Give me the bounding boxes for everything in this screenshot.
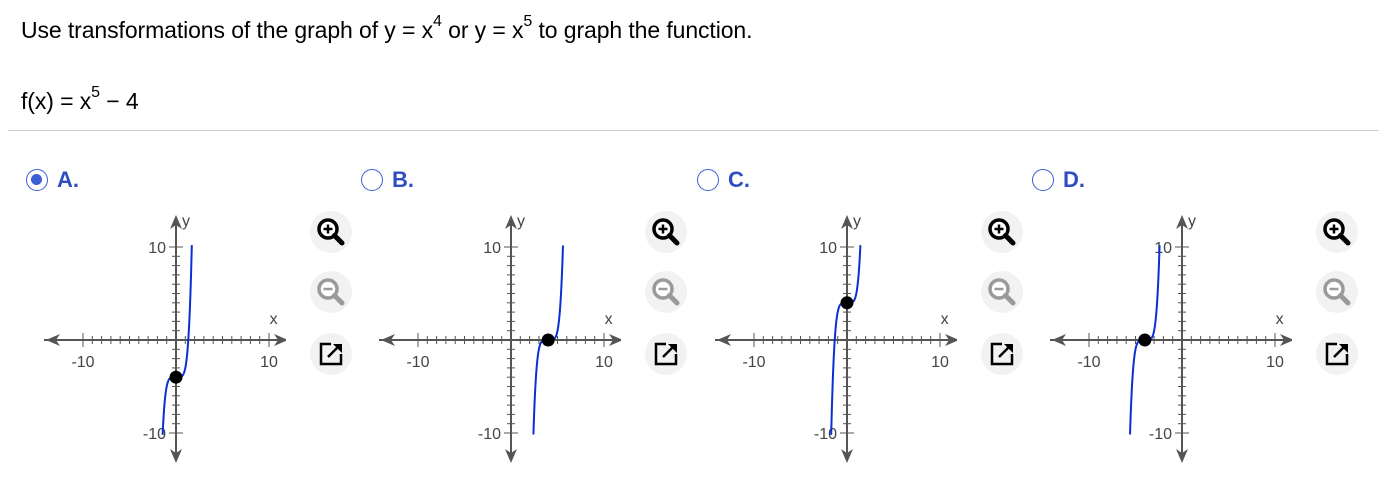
choice-letter: C. — [728, 167, 750, 192]
choice-letter: D. — [1063, 167, 1085, 192]
graph[interactable]: -10 10 10 -10 x y — [361, 205, 621, 465]
x-axis-label: x — [1276, 311, 1284, 328]
function-text-2: − 4 — [99, 88, 139, 114]
function-text-1: f(x) = x — [21, 88, 92, 114]
x-axis-label: x — [941, 311, 949, 328]
radio-button[interactable] — [697, 169, 719, 191]
choice-d: D. -10 10 10 -10 x y — [1032, 160, 1372, 490]
zoom-out-button[interactable] — [309, 270, 353, 314]
y-tick-label-pos10: 10 — [483, 240, 501, 257]
x-tick-label-neg10: -10 — [1077, 354, 1100, 371]
x-axis-label: x — [605, 311, 613, 328]
radio-button[interactable] — [1032, 169, 1054, 191]
graph[interactable]: -10 10 10 -10 x y — [1032, 205, 1292, 465]
key-point — [1138, 333, 1152, 347]
popout-button[interactable] — [980, 332, 1024, 376]
zoom-in-button[interactable] — [1315, 210, 1359, 254]
choice-b: B. -10 10 10 -10 x y — [361, 160, 701, 490]
prompt-exponent-2: 5 — [523, 13, 533, 31]
choice-a: A. -10 10 10 -10 x y — [26, 160, 366, 490]
x-tick-label-pos10: 10 — [595, 354, 613, 371]
radio-button[interactable] — [26, 169, 48, 191]
function-exponent: 5 — [91, 84, 100, 102]
x-tick-label-pos10: 10 — [260, 354, 278, 371]
x-tick-label-pos10: 10 — [931, 354, 949, 371]
zoom-in-button[interactable] — [980, 210, 1024, 254]
choice-option[interactable]: D. — [1032, 160, 1085, 200]
choice-letter: A. — [57, 167, 79, 192]
zoom-out-button[interactable] — [644, 270, 688, 314]
choice-c: C. -10 10 10 -10 x y — [697, 160, 1037, 490]
x-tick-label-pos10: 10 — [1266, 354, 1284, 371]
choice-letter: B. — [392, 167, 414, 192]
zoom-out-button[interactable] — [980, 270, 1024, 314]
radio-button[interactable] — [361, 169, 383, 191]
y-axis-label: y — [853, 213, 861, 230]
graph[interactable]: -10 1010-10xy — [26, 205, 286, 465]
x-tick-label-neg10: -10 — [742, 354, 765, 371]
prompt-text-3: to graph the function. — [532, 17, 753, 43]
prompt-exponent-1: 4 — [433, 13, 442, 31]
choice-option[interactable]: A. — [26, 160, 79, 200]
popout-button[interactable] — [644, 332, 688, 376]
zoom-in-button[interactable] — [309, 210, 353, 254]
choice-option[interactable]: C. — [697, 160, 750, 200]
question-prompt: Use transformations of the graph of y = … — [21, 14, 753, 44]
y-tick-label-pos10: 10 — [1154, 240, 1172, 257]
popout-button[interactable] — [1315, 332, 1359, 376]
y-tick-label-pos10: 10 — [148, 240, 166, 257]
function-definition: f(x) = x5 − 4 — [21, 85, 139, 115]
divider — [8, 130, 1379, 131]
y-axis-label: y — [517, 213, 525, 230]
y-tick-label-neg10: -10 — [814, 426, 837, 443]
x-axis-label: x — [270, 311, 278, 328]
key-point — [840, 296, 854, 310]
key-point — [541, 333, 555, 347]
popout-button[interactable] — [309, 332, 353, 376]
zoom-out-button[interactable] — [1315, 270, 1359, 314]
y-tick-label-neg10: -10 — [1149, 426, 1172, 443]
x-tick-label-neg10: -10 — [71, 354, 94, 371]
prompt-text-1: Use transformations of the graph of y = … — [21, 17, 434, 43]
y-tick-label-pos10: 10 — [819, 240, 837, 257]
y-axis-label: y — [182, 213, 190, 230]
choice-option[interactable]: B. — [361, 160, 414, 200]
prompt-text-2: or y = x — [441, 17, 524, 43]
y-axis-label: y — [1188, 213, 1196, 230]
y-tick-label-neg10: -10 — [478, 426, 501, 443]
key-point — [169, 370, 183, 384]
graph[interactable]: -10 10 10 -10 x y — [697, 205, 957, 465]
zoom-in-button[interactable] — [644, 210, 688, 254]
x-tick-label-neg10: -10 — [406, 354, 429, 371]
